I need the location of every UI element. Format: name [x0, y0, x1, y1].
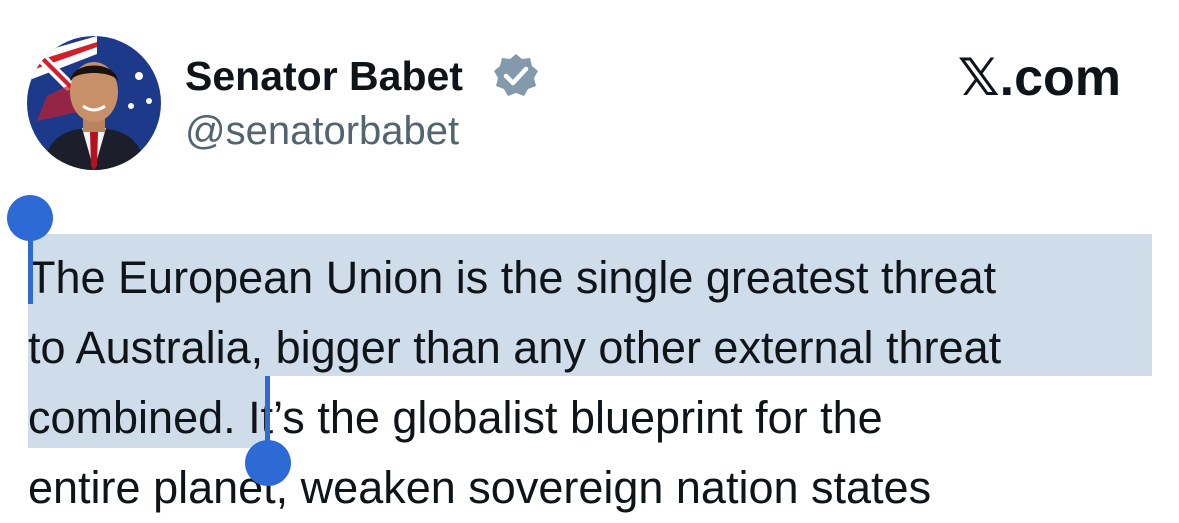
selection-start-handle[interactable] [7, 195, 53, 241]
profile-photo [27, 36, 161, 170]
brand-domain-text: .com [999, 49, 1121, 107]
x-logo-icon: 𝕏 [957, 48, 1000, 108]
tweet-text-line: to Australia, bigger than any other exte… [28, 322, 1002, 373]
avatar[interactable] [27, 36, 161, 170]
selection-end-caret [265, 376, 270, 444]
tweet-text-line: The European Union is the single greates… [28, 252, 997, 303]
tweet-text-line: combined. It’s the globalist blueprint f… [28, 392, 883, 443]
selection-end-handle[interactable] [245, 440, 291, 486]
author-display-name[interactable]: Senator Babet [185, 50, 463, 102]
author-handle[interactable]: @senatorbabet [185, 106, 459, 156]
tweet-text[interactable]: The European Union is the single greates… [28, 243, 1168, 523]
selection-start-caret [28, 238, 33, 304]
verified-badge-icon[interactable] [492, 52, 540, 100]
tweet-text-line: entire planet, weaken sovereign nation s… [28, 462, 932, 513]
site-brand: 𝕏.com [958, 48, 1121, 108]
